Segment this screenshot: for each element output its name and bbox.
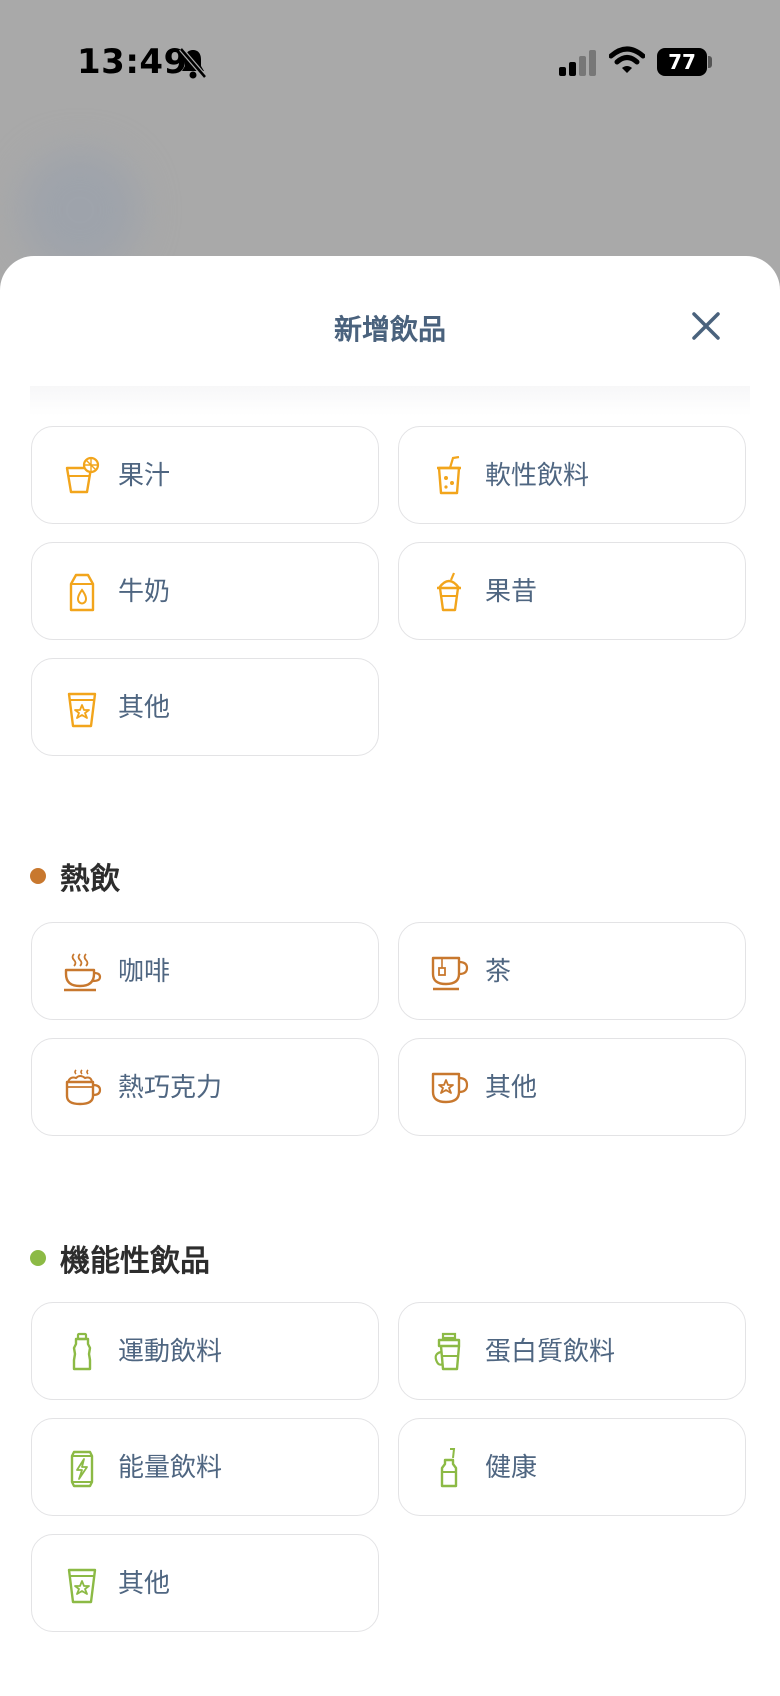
status-time: 13:49 [77, 42, 188, 82]
smoothie-icon [437, 572, 461, 612]
protein-shaker-icon [434, 1332, 461, 1371]
drink-option-functional-other[interactable]: 其他 [31, 1534, 379, 1632]
drink-option-hot-other[interactable]: 其他 [398, 1038, 746, 1136]
drink-option-label: 能量飲料 [118, 1453, 223, 1483]
drink-option-protein-drink[interactable]: 蛋白質飲料 [398, 1302, 746, 1400]
juice-icon [65, 456, 100, 494]
drink-option-label: 牛奶 [118, 577, 171, 607]
drink-option-juice[interactable]: 果汁 [31, 426, 379, 524]
drink-option-label: 熱巧克力 [118, 1073, 223, 1103]
drink-option-label: 咖啡 [118, 957, 171, 987]
drink-option-cold-other[interactable]: 其他 [31, 658, 379, 756]
star-mug-icon [431, 1072, 469, 1104]
coffee-icon [64, 953, 102, 992]
drink-option-label: 蛋白質飲料 [485, 1337, 616, 1367]
drink-option-label: 健康 [485, 1453, 538, 1483]
section-title-hot: 熱飲 [60, 862, 120, 897]
section-title-functional: 機能性飲品 [60, 1244, 210, 1279]
star-cup-icon [67, 1568, 97, 1604]
drink-option-label: 其他 [118, 1569, 171, 1599]
drink-option-sports-drink[interactable]: 運動飲料 [31, 1302, 379, 1400]
drink-option-label: 其他 [485, 1073, 538, 1103]
section-header-functional: 機能性飲品 [30, 1236, 210, 1280]
drink-option-label: 果昔 [485, 577, 538, 607]
tea-icon [431, 956, 469, 991]
hot-chocolate-icon [65, 1069, 102, 1106]
drink-option-energy-drink[interactable]: 能量飲料 [31, 1418, 379, 1516]
drink-option-label: 茶 [485, 957, 512, 987]
drink-option-health[interactable]: 健康 [398, 1418, 746, 1516]
battery-cap [708, 56, 712, 68]
drink-option-milk[interactable]: 牛奶 [31, 542, 379, 640]
battery-level: 77 [668, 50, 696, 74]
background-blur [20, 150, 140, 270]
signal-icon [559, 50, 596, 76]
drink-option-label: 運動飲料 [118, 1337, 223, 1367]
section-dot-functional [30, 1250, 46, 1266]
status-bar: 13:49 77 [0, 0, 780, 130]
milk-carton-icon [69, 573, 95, 612]
drink-option-label: 果汁 [118, 461, 171, 491]
drink-option-smoothie[interactable]: 果昔 [398, 542, 746, 640]
battery-indicator: 77 [657, 48, 707, 76]
sports-bottle-icon [72, 1332, 92, 1371]
drink-option-label: 其他 [118, 693, 171, 723]
drink-option-hot-chocolate[interactable]: 熱巧克力 [31, 1038, 379, 1136]
drink-option-label: 軟性飲料 [485, 461, 590, 491]
section-dot-hot [30, 868, 46, 884]
wifi-icon [609, 46, 645, 73]
add-drink-sheet: 新增飲品 果汁 軟性飲料 牛奶 果昔 其他 熱飲 咖啡 茶 熱巧克力 其他 機能… [0, 256, 780, 1696]
sheet-title: 新增飲品 [333, 313, 446, 346]
scroll-fade [30, 386, 750, 416]
energy-can-icon [70, 1450, 94, 1488]
drink-option-soft-drink[interactable]: 軟性飲料 [398, 426, 746, 524]
star-cup-icon [67, 692, 97, 728]
close-icon[interactable] [686, 306, 726, 346]
drink-option-tea[interactable]: 茶 [398, 922, 746, 1020]
health-bottle-icon [440, 1448, 458, 1488]
section-header-hot: 熱飲 [30, 854, 120, 898]
drink-option-coffee[interactable]: 咖啡 [31, 922, 379, 1020]
soda-icon [437, 456, 461, 495]
bell-muted-icon [179, 47, 207, 79]
